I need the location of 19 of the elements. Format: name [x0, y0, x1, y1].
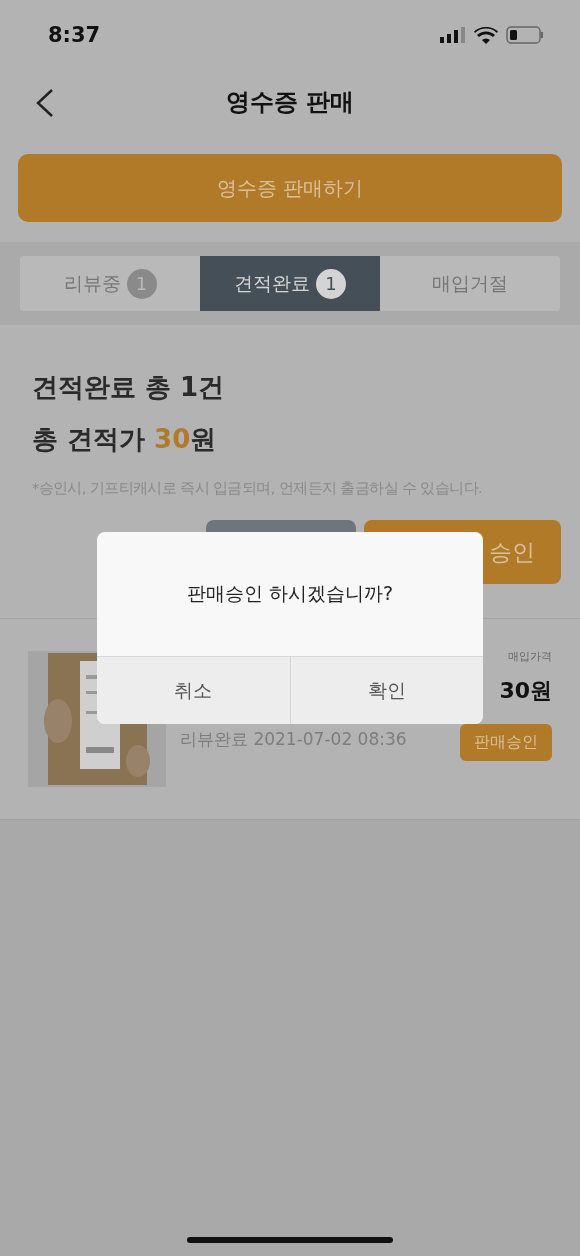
wifi-icon: [474, 26, 498, 44]
tab-label: 매입거절: [432, 270, 508, 296]
price-label: 매입가격: [508, 649, 552, 664]
page-title: 영수증 판매: [225, 87, 355, 118]
price-value: 30원: [499, 677, 552, 705]
dialog-message: 판매승인 하시겠습니까?: [186, 581, 394, 606]
dialog-button[interactable]: 취소: [97, 657, 290, 724]
dialog-button[interactable]: 확인: [289, 657, 483, 724]
summary-total: 총 견적가 30원: [32, 423, 218, 456]
tab-label: 견적완료: [234, 270, 310, 296]
approve-sale-button[interactable]: 판매승인: [460, 724, 552, 761]
battery-icon: [506, 26, 544, 44]
sell-receipt-button[interactable]: 영수증 판매하기: [18, 154, 562, 222]
count-badge: 1: [316, 268, 346, 299]
tab-label: 리뷰중: [63, 270, 121, 296]
status-time: 8:37: [48, 23, 101, 47]
summary-count: 견적완료 총 1건: [32, 371, 226, 404]
status-tab[interactable]: 견적완료 1: [200, 256, 380, 311]
signal-icon: [440, 27, 466, 43]
